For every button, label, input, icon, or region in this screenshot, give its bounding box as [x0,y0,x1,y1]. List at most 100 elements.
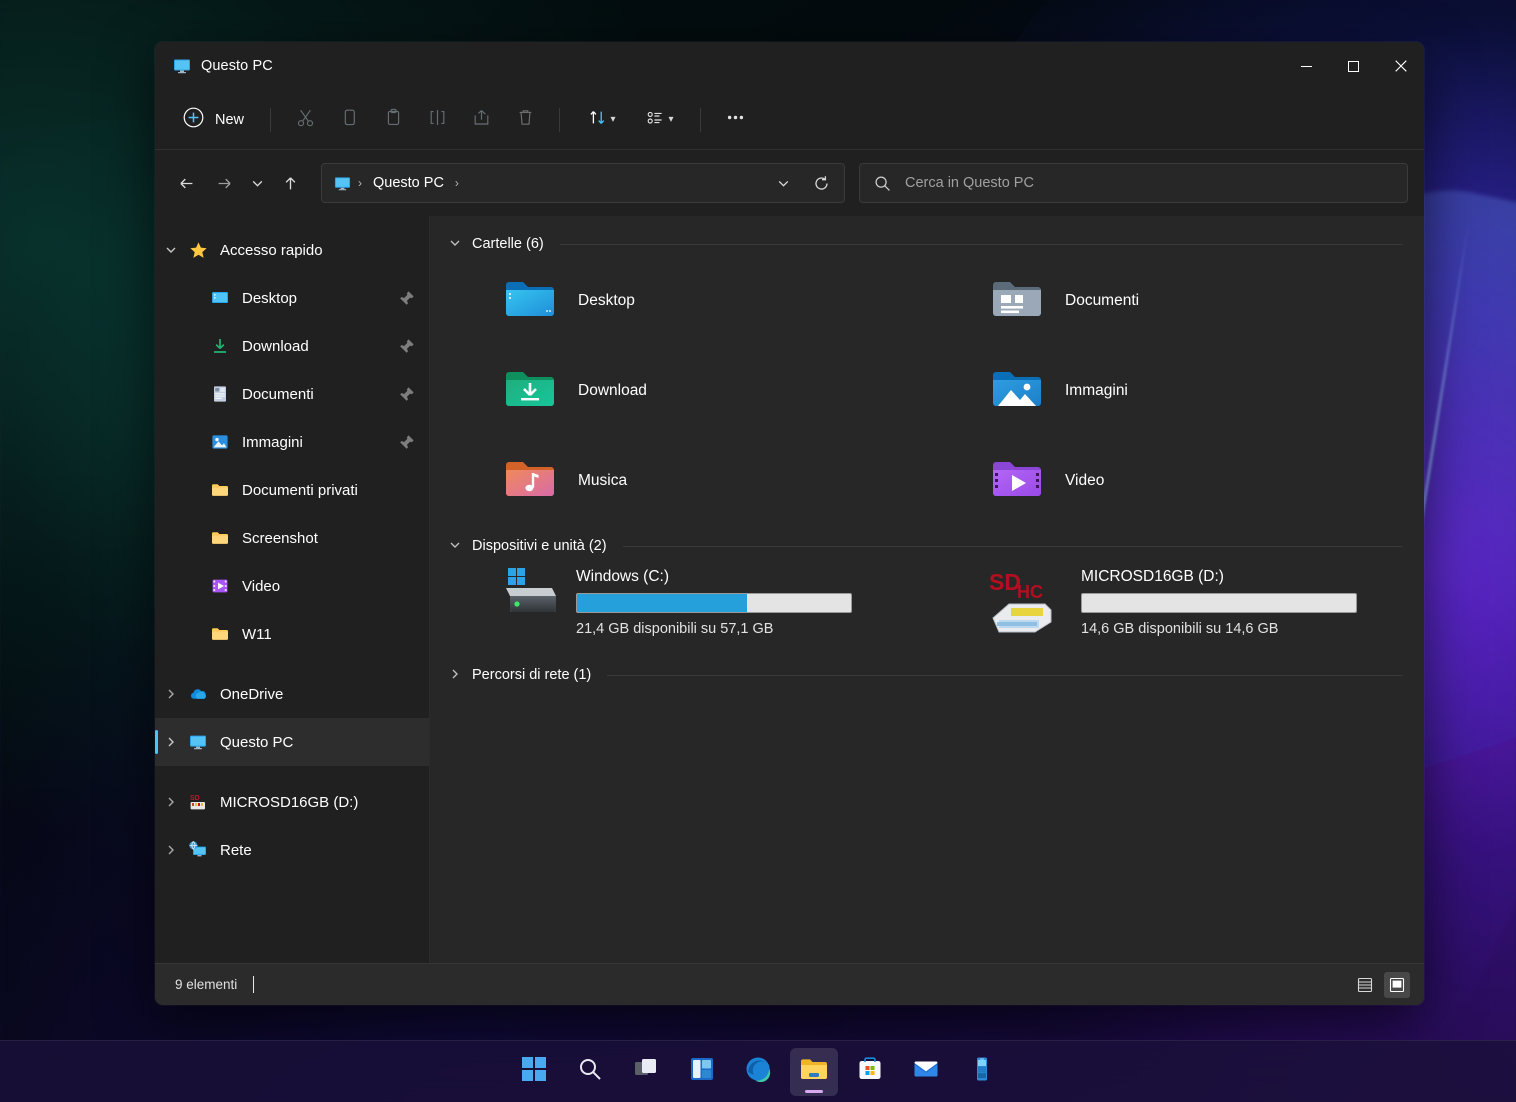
search-button[interactable] [566,1048,614,1096]
window-body: Accesso rapido Desktop Download Document… [155,216,1424,963]
search-icon [874,175,891,192]
sidebar-item-documenti-privati[interactable]: Documenti privati [155,466,429,514]
mail-button[interactable] [902,1048,950,1096]
sidebar-item-label: Download [242,337,309,355]
sidebar-item-screenshot[interactable]: Screenshot [155,514,429,562]
new-button[interactable]: New [175,102,258,138]
view-button[interactable]: ▾ [630,101,688,139]
pin-icon[interactable] [399,290,415,306]
video-icon [209,575,231,597]
search-input[interactable] [905,175,1393,191]
rename-button[interactable] [415,101,459,139]
sidebar-item-label: MICROSD16GB (D:) [220,793,359,811]
navigation-pane[interactable]: Accesso rapido Desktop Download Document… [155,216,430,963]
folder-name: Video [1065,472,1105,489]
folder-documents-icon [989,271,1045,332]
group-divider [622,545,1402,547]
sidebar-item-w11[interactable]: W11 [155,610,429,658]
network-icon [187,839,209,861]
folder-name: Documenti [1065,292,1140,309]
copy-button[interactable] [327,101,371,139]
sidebar-item-video[interactable]: Video [155,562,429,610]
share-icon [471,107,492,133]
close-button[interactable] [1377,42,1424,90]
chevron-down-icon[interactable] [448,539,462,554]
clipboard-icon [383,107,404,133]
maximize-button[interactable] [1330,42,1377,90]
cut-button[interactable] [283,101,327,139]
group-divider [607,674,1402,676]
paste-button[interactable] [371,101,415,139]
folder-item-immagini[interactable]: Immagini [935,346,1402,436]
pin-icon[interactable] [399,338,415,354]
edge-button[interactable] [734,1048,782,1096]
pin-icon[interactable] [399,434,415,450]
pin-icon[interactable] [399,386,415,402]
task-view-icon [633,1056,659,1087]
recent-locations-button[interactable] [243,164,271,202]
folder-item-desktop[interactable]: Desktop [448,256,915,346]
title-bar[interactable]: Questo PC [155,42,1424,90]
chevron-right-icon[interactable] [155,796,187,808]
folder-item-documenti[interactable]: Documenti [935,256,1402,346]
minimize-button[interactable] [1283,42,1330,90]
share-button[interactable] [459,101,503,139]
chevron-right-icon[interactable] [155,736,187,748]
folders-group-header[interactable]: Cartelle (6) [448,236,1402,252]
phone-link-button[interactable] [958,1048,1006,1096]
chevron-right-icon[interactable] [448,668,462,683]
sidebar-item-label: W11 [242,625,272,643]
address-dropdown-button[interactable] [766,167,800,199]
chevron-down-icon: ▾ [668,113,674,125]
microsoft-store-icon [857,1056,883,1087]
drive-item-windows-c[interactable]: Windows (C:) 21,4 GB disponibili su 57,1… [448,558,915,651]
file-explorer-button[interactable] [790,1047,838,1096]
refresh-button[interactable] [804,167,838,199]
folder-name: Desktop [578,292,635,309]
folder-item-musica[interactable]: Musica [448,436,915,526]
address-bar[interactable]: › Questo PC › [321,163,845,203]
chevron-down-icon[interactable] [155,244,187,256]
drives-group-header[interactable]: Dispositivi e unità (2) [448,538,1402,554]
folder-download-icon [502,361,558,422]
hard-drive-windows-icon [502,566,560,623]
folder-item-video[interactable]: Video [935,436,1402,526]
folder-item-download[interactable]: Download [448,346,915,436]
task-view-button[interactable] [622,1048,670,1096]
drives-grid: Windows (C:) 21,4 GB disponibili su 57,1… [448,558,1402,651]
widgets-button[interactable] [678,1048,726,1096]
chevron-down-icon[interactable] [448,237,462,252]
sidebar-item-documenti[interactable]: Documenti [155,370,429,418]
sidebar-item-questo-pc[interactable]: Questo PC [155,718,429,766]
pictures-icon [209,431,231,453]
sidebar-item-immagini[interactable]: Immagini [155,418,429,466]
up-button[interactable] [271,164,309,202]
start-button[interactable] [510,1048,558,1096]
sidebar-group-accesso-rapido[interactable]: Accesso rapido [155,226,429,274]
sidebar-item-microsd16gb[interactable]: SD MICROSD16GB (D:) [155,778,429,826]
content-pane[interactable]: Cartelle (6) Desktop Documenti Download … [430,216,1424,963]
sidebar-item-label: OneDrive [220,685,284,703]
chevron-right-icon[interactable] [155,844,187,856]
breadcrumb-item-this-pc[interactable]: Questo PC [369,173,448,193]
navigation-bar: › Questo PC › [155,150,1424,216]
breadcrumb-separator[interactable]: › [455,176,459,190]
store-button[interactable] [846,1048,894,1096]
large-icons-view-button[interactable] [1384,971,1410,998]
search-box[interactable] [859,163,1408,203]
sidebar-item-rete[interactable]: Rete [155,826,429,874]
more-options-button[interactable] [713,101,757,139]
sidebar-item-download[interactable]: Download [155,322,429,370]
network-group-header[interactable]: Percorsi di rete (1) [448,667,1402,683]
details-view-button[interactable] [1352,972,1378,998]
command-bar: New ▾ ▾ [155,90,1424,150]
sidebar-item-desktop[interactable]: Desktop [155,274,429,322]
phone-link-icon [969,1056,995,1087]
back-button[interactable] [167,164,205,202]
forward-button[interactable] [205,164,243,202]
drive-item-microsd-d[interactable]: SD HC MICROSD16GB (D:) 14,6 GB disponibi… [935,558,1402,651]
sort-button[interactable]: ▾ [572,101,630,139]
sidebar-item-onedrive[interactable]: OneDrive [155,670,429,718]
chevron-right-icon[interactable] [155,688,187,700]
delete-button[interactable] [503,101,547,139]
